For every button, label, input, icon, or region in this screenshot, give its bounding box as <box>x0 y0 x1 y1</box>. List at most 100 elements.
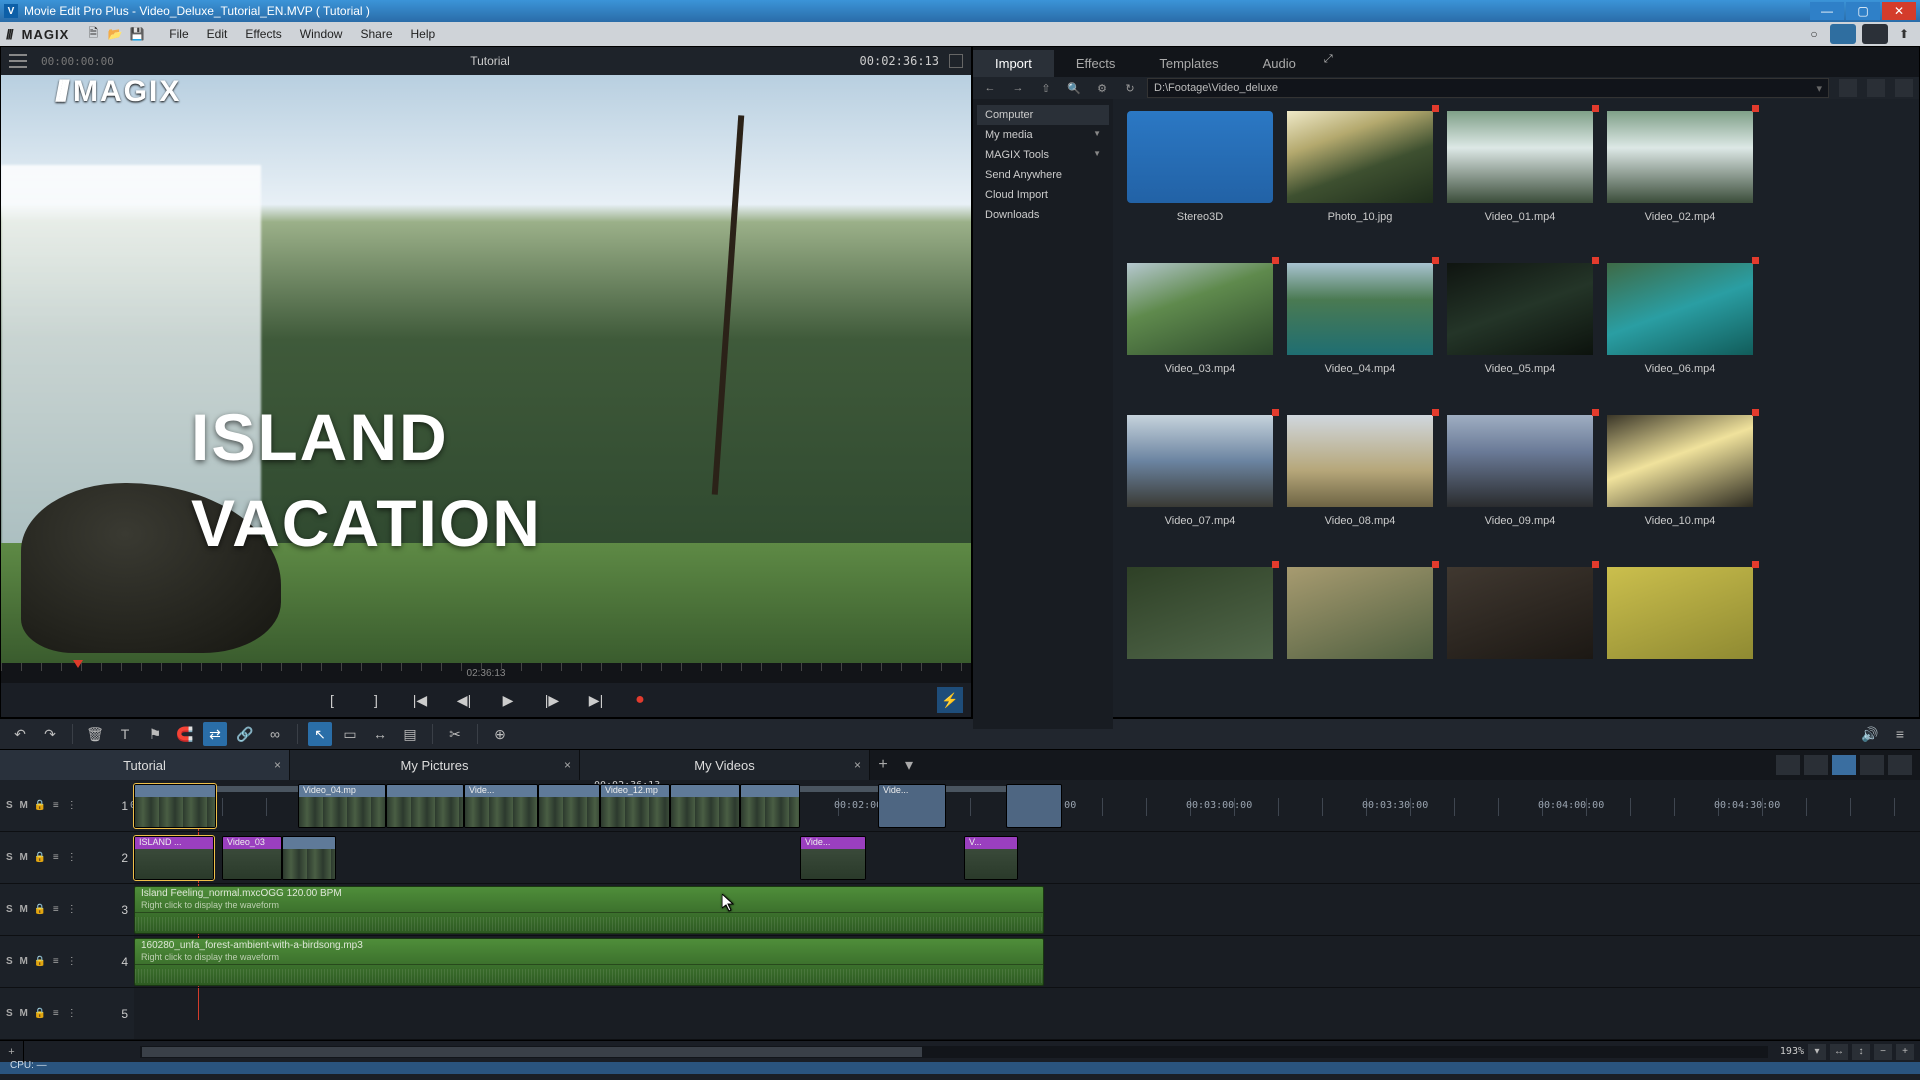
preview-menu-icon[interactable] <box>9 54 27 68</box>
tree-item[interactable]: Downloads <box>977 205 1109 225</box>
project-tab-menu-icon[interactable]: ▾ <box>896 755 922 775</box>
store-button[interactable] <box>1830 24 1856 44</box>
save-project-icon[interactable]: 💾 <box>127 24 147 44</box>
preview-mini-ruler[interactable]: 02:36:13 <box>1 663 971 683</box>
close-icon[interactable]: × <box>274 758 281 772</box>
media-item[interactable] <box>1601 567 1759 717</box>
media-item[interactable] <box>1441 567 1599 717</box>
media-item[interactable]: Video_08.mp4 <box>1281 415 1439 565</box>
view-scene-icon[interactable] <box>1776 755 1800 775</box>
project-tab-tutorial[interactable]: Tutorial× <box>0 750 290 780</box>
fx-icon[interactable]: ≡ <box>50 956 62 968</box>
zoom-fit-v-icon[interactable]: ↕ <box>1852 1044 1870 1060</box>
media-item[interactable]: Video_04.mp4 <box>1281 263 1439 413</box>
lock-icon[interactable]: 🔒 <box>34 852 46 864</box>
record-button[interactable]: ● <box>628 688 652 712</box>
link-icon[interactable]: 🔗 <box>233 722 257 746</box>
nav-forward-icon[interactable]: → <box>1007 77 1029 99</box>
go-start-button[interactable]: |◀ <box>408 688 432 712</box>
media-item[interactable]: Video_06.mp4 <box>1601 263 1759 413</box>
media-thumb[interactable] <box>1127 111 1273 203</box>
track-head[interactable]: S M🔒≡⋮4 <box>0 936 134 988</box>
timeline-h-scrollbar[interactable] <box>140 1046 1768 1058</box>
razor-icon[interactable]: ✂ <box>443 722 467 746</box>
settings-button[interactable] <box>1862 24 1888 44</box>
project-tab-pictures[interactable]: My Pictures× <box>290 750 580 780</box>
media-thumb[interactable] <box>1127 567 1273 659</box>
new-project-icon[interactable]: 🗎 <box>83 24 103 44</box>
add-object-icon[interactable]: ⊕ <box>488 722 512 746</box>
snap-magnet-icon[interactable]: 🧲 <box>173 722 197 746</box>
lock-icon[interactable]: 🔒 <box>34 1008 46 1020</box>
close-icon[interactable]: × <box>854 758 861 772</box>
timeline-audio-clip[interactable]: Island Feeling_normal.mxcOGG 120.00 BPMR… <box>134 886 1044 934</box>
lock-icon[interactable]: 🔒 <box>34 904 46 916</box>
zoom-in-icon[interactable]: + <box>1896 1044 1914 1060</box>
fx-icon[interactable]: ≡ <box>50 1008 62 1020</box>
window-minimize-button[interactable]: — <box>1810 2 1844 20</box>
vol-icon[interactable]: ⋮ <box>66 1008 78 1020</box>
marker-flag-icon[interactable]: ⚑ <box>143 722 167 746</box>
media-thumb[interactable] <box>1287 111 1433 203</box>
settings-gear-icon[interactable]: ⚙ <box>1091 77 1113 99</box>
window-maximize-button[interactable]: ▢ <box>1846 2 1880 20</box>
fx-icon[interactable]: ≡ <box>50 904 62 916</box>
view-grid2-icon[interactable] <box>1895 79 1913 97</box>
vol-icon[interactable]: ⋮ <box>66 852 78 864</box>
media-thumb[interactable] <box>1607 111 1753 203</box>
group-icon[interactable]: ∞ <box>263 722 287 746</box>
media-item[interactable]: Video_07.mp4 <box>1121 415 1279 565</box>
lock-icon[interactable]: 🔒 <box>34 800 46 812</box>
timeline-clip[interactable] <box>538 784 600 828</box>
title-t-icon[interactable]: T <box>113 722 137 746</box>
view-list-icon[interactable] <box>1839 79 1857 97</box>
tree-item[interactable]: Cloud Import <box>977 185 1109 205</box>
zoom-menu-icon[interactable]: ▾ <box>1808 1044 1826 1060</box>
path-field[interactable]: D:\Footage\Video_deluxe▾ <box>1147 78 1829 98</box>
timeline-clip[interactable]: Video_03 <box>222 836 282 880</box>
pointer-tool-icon[interactable]: ↖ <box>308 722 332 746</box>
delete-icon[interactable]: 🗑 <box>83 722 107 746</box>
zoom-out-icon[interactable]: − <box>1874 1044 1892 1060</box>
media-thumb[interactable] <box>1447 567 1593 659</box>
track-head[interactable]: S M🔒≡⋮1 <box>0 780 134 832</box>
media-thumb[interactable] <box>1447 415 1593 507</box>
timeline-clip[interactable] <box>282 836 336 880</box>
media-thumb[interactable] <box>1287 567 1433 659</box>
track-lanes[interactable]: Video_04.mpVide...Video_12.mpVide...ISLA… <box>134 780 1920 1040</box>
close-icon[interactable]: × <box>564 758 571 772</box>
media-item[interactable]: Video_05.mp4 <box>1441 263 1599 413</box>
media-thumb[interactable] <box>1127 263 1273 355</box>
tab-templates[interactable]: Templates <box>1137 50 1240 77</box>
range-tool-icon[interactable]: ▭ <box>338 722 362 746</box>
timeline-clip[interactable]: Video_04.mp <box>298 784 386 828</box>
media-expand-icon[interactable]: ⤢ <box>1324 53 1342 71</box>
timeline-clip[interactable]: Video_12.mp <box>600 784 670 828</box>
open-project-icon[interactable]: 📂 <box>105 24 125 44</box>
preview-playhead-icon[interactable] <box>73 660 83 668</box>
fx-icon[interactable]: ≡ <box>50 852 62 864</box>
project-tab-add-button[interactable]: + <box>870 756 896 774</box>
window-close-button[interactable]: ✕ <box>1882 2 1916 20</box>
media-item[interactable]: Video_09.mp4 <box>1441 415 1599 565</box>
track-lane[interactable]: 160280_unfa_forest-ambient-with-a-birdso… <box>134 936 1920 988</box>
tree-item[interactable]: Send Anywhere <box>977 165 1109 185</box>
refresh-icon[interactable]: ↻ <box>1119 77 1141 99</box>
project-tab-videos[interactable]: My Videos× <box>580 750 870 780</box>
tree-item[interactable]: Computer <box>977 105 1109 125</box>
stretch-tool-icon[interactable]: ↔ <box>368 722 392 746</box>
timeline-clip[interactable]: Vide... <box>464 784 538 828</box>
timeline-clip[interactable]: V... <box>964 836 1018 880</box>
menu-share[interactable]: Share <box>352 25 400 43</box>
view-multicam-icon[interactable] <box>1860 755 1884 775</box>
timeline-clip[interactable] <box>134 784 216 828</box>
view-overview-icon[interactable] <box>1888 755 1912 775</box>
media-item[interactable]: Photo_10.jpg <box>1281 111 1439 261</box>
play-button[interactable]: ▶ <box>496 688 520 712</box>
track-head[interactable]: S M🔒≡⋮3 <box>0 884 134 936</box>
media-item[interactable]: Video_10.mp4 <box>1601 415 1759 565</box>
timeline-clip[interactable] <box>386 784 464 828</box>
timeline-clip[interactable] <box>670 784 740 828</box>
track-lane[interactable]: ISLAND ...Video_03Vide...V... <box>134 832 1920 884</box>
vol-icon[interactable]: ⋮ <box>66 956 78 968</box>
